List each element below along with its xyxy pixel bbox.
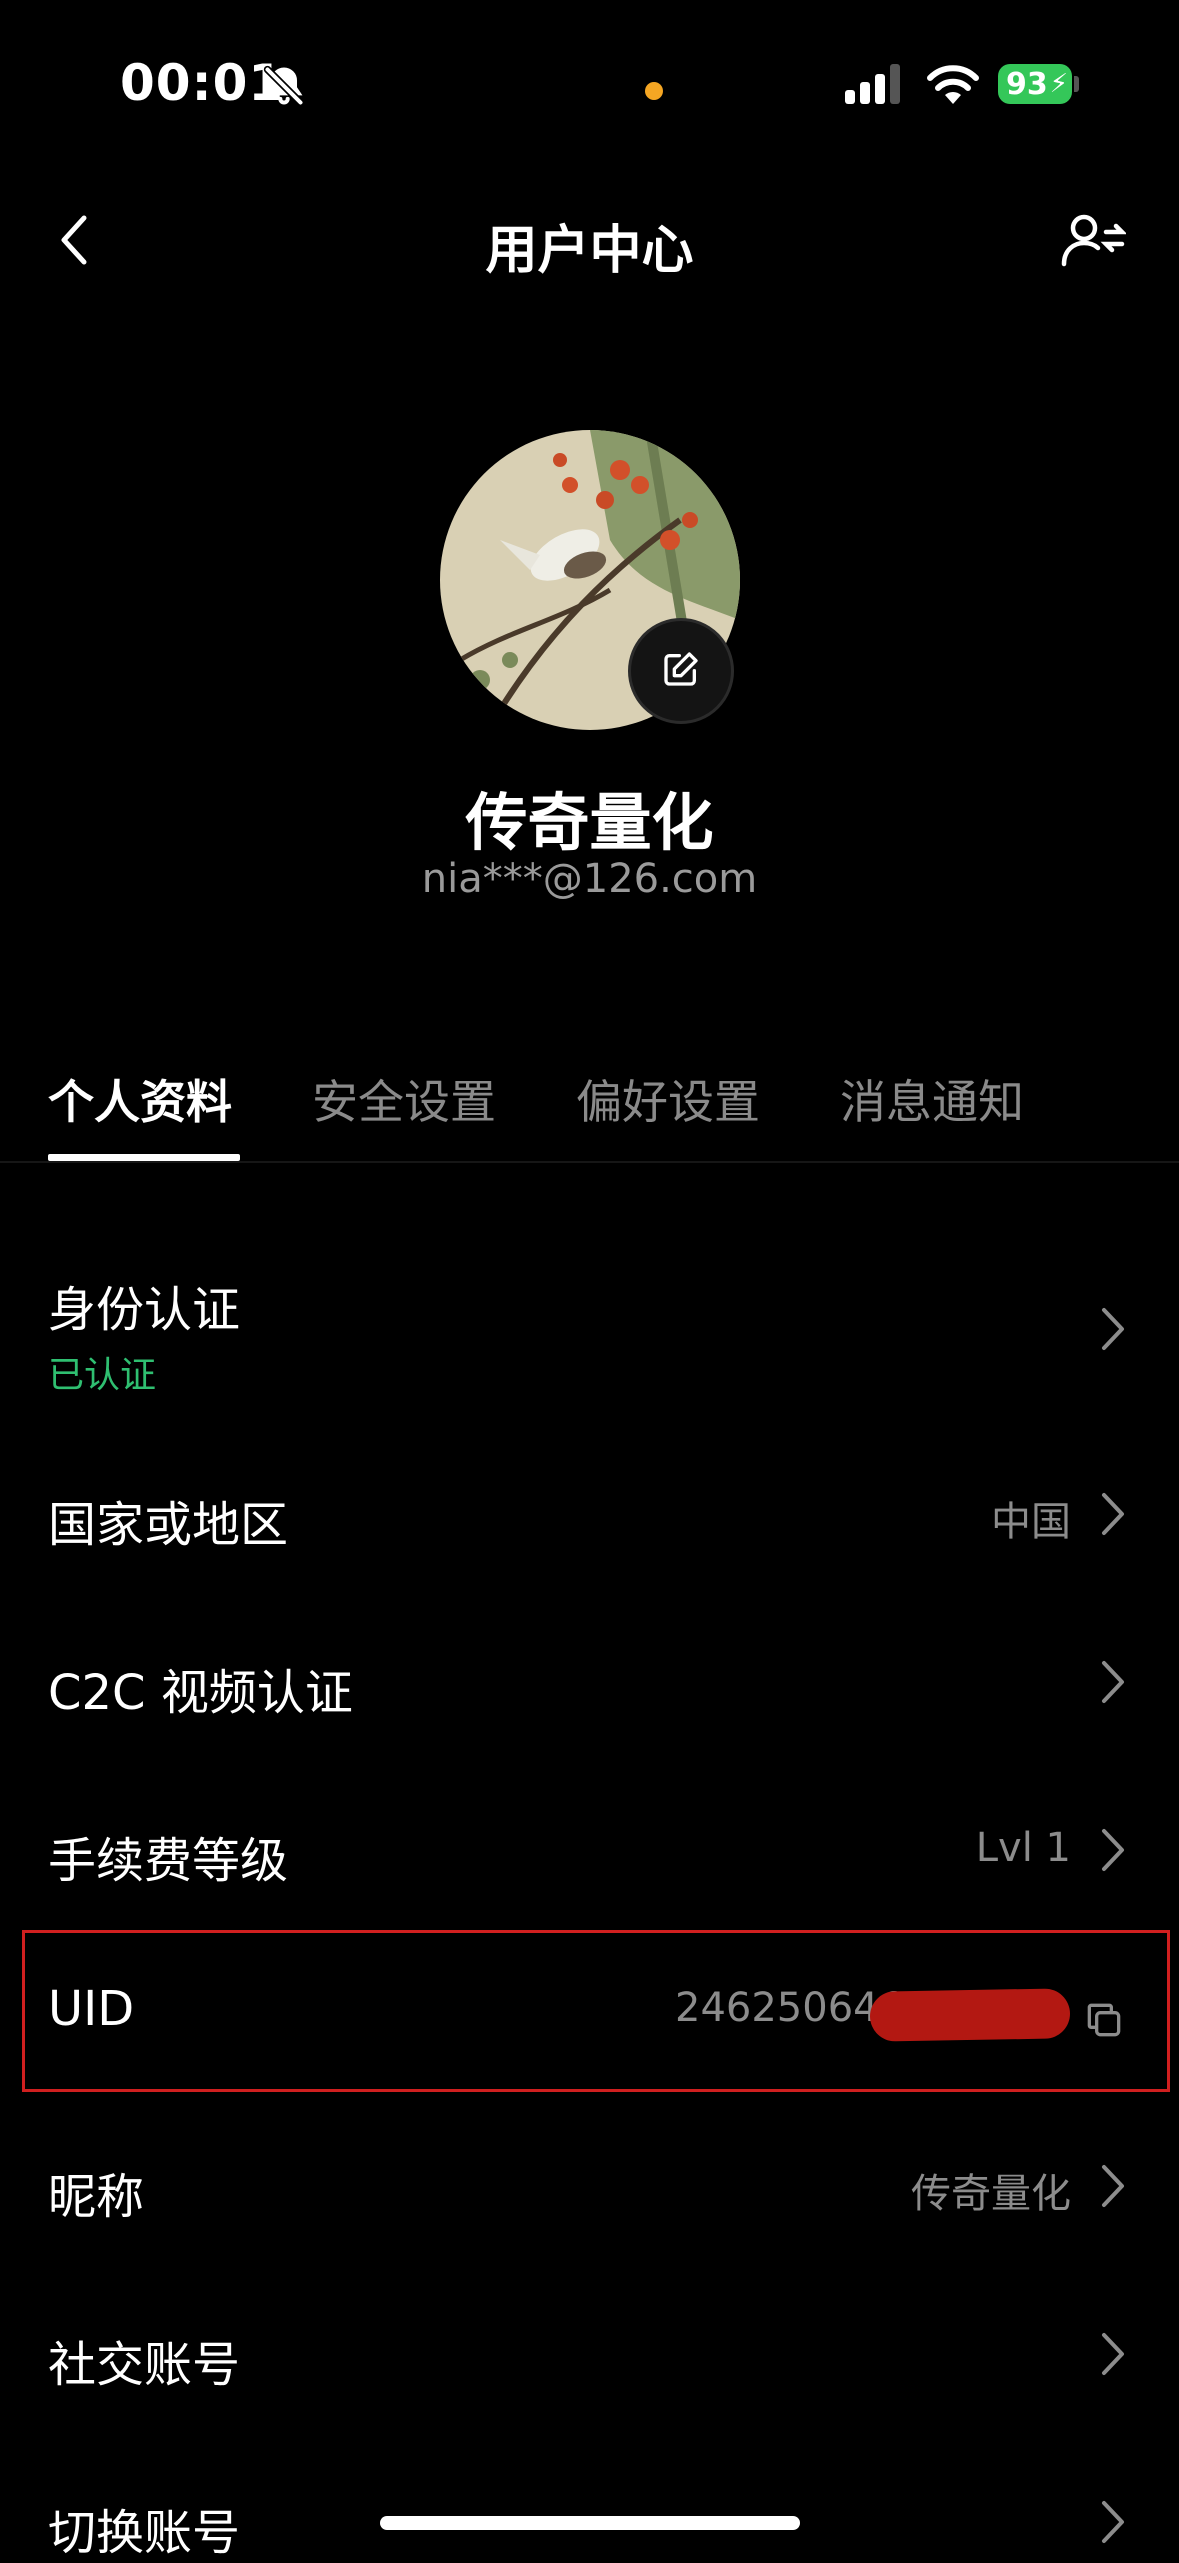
edit-avatar-button[interactable] [628, 618, 734, 724]
chevron-right-icon [1100, 1306, 1126, 1356]
chevron-right-icon [1100, 1827, 1126, 1877]
row-label: 社交账号 [48, 2337, 241, 2393]
chevron-right-icon [1100, 2331, 1126, 2381]
row-value: 传奇量化 [911, 2171, 1071, 2217]
chevron-right-icon [1100, 1491, 1126, 1541]
row-identity-verification[interactable]: 身份认证 已认证 [0, 1240, 1179, 1410]
chevron-right-icon [1100, 1659, 1126, 1709]
tab-profile[interactable]: 个人资料 [48, 1066, 232, 1132]
tab-divider [0, 1161, 1179, 1163]
account-email: nia***@126.com [421, 856, 758, 902]
row-value: 中国 [991, 1499, 1071, 1545]
user-switch-icon[interactable] [1060, 210, 1128, 276]
chevron-right-icon [1100, 2163, 1126, 2213]
battery-cap [1074, 76, 1079, 92]
recording-indicator-dot [645, 82, 663, 100]
battery-icon: 93 ⚡ [998, 64, 1072, 104]
row-label: 切换账号 [48, 2505, 241, 2561]
display-name: 传奇量化 [465, 786, 714, 859]
row-label: 身份认证 [48, 1282, 241, 1338]
row-social-accounts[interactable]: 社交账号 [0, 2305, 1179, 2405]
row-label: 国家或地区 [48, 1497, 289, 1553]
tab-notifications[interactable]: 消息通知 [840, 1066, 1024, 1132]
row-c2c-video-verification[interactable]: C2C 视频认证 [0, 1633, 1179, 1733]
verification-status: 已认证 [48, 1355, 157, 1396]
row-nickname[interactable]: 昵称 传奇量化 [0, 2137, 1179, 2237]
battery-level: 93 [1006, 66, 1048, 102]
row-value: Lvl 1 [975, 1825, 1071, 1871]
tab-preferences[interactable]: 偏好设置 [576, 1066, 760, 1132]
uid-value: 24625064€ [675, 1985, 905, 2031]
row-country-region[interactable]: 国家或地区 中国 [0, 1465, 1179, 1565]
row-label: UID [48, 1981, 135, 2037]
row-label: 昵称 [48, 2169, 145, 2225]
redaction-mark [869, 1988, 1071, 2042]
wifi-icon [925, 62, 981, 110]
row-label: C2C 视频认证 [48, 1665, 353, 1721]
row-label: 手续费等级 [48, 1833, 289, 1889]
row-fee-level[interactable]: 手续费等级 Lvl 1 [0, 1801, 1179, 1901]
signal-icon [845, 64, 907, 108]
chevron-right-icon [1100, 2499, 1126, 2549]
active-tab-indicator [48, 1154, 240, 1161]
status-time: 00:01 [120, 54, 285, 112]
page-title: 用户中心 [485, 221, 694, 281]
bell-slash-icon [262, 64, 306, 112]
row-switch-account[interactable]: 切换账号 [0, 2473, 1179, 2561]
edit-icon [661, 649, 701, 693]
home-indicator[interactable] [380, 2516, 800, 2530]
tab-security[interactable]: 安全设置 [312, 1066, 496, 1132]
copy-icon[interactable] [1082, 1998, 1126, 2046]
